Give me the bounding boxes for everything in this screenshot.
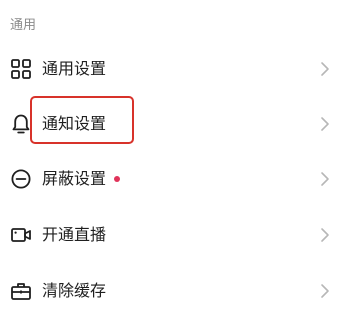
- settings-item-label: 开通直播: [42, 225, 107, 244]
- briefcase-icon: [11, 283, 31, 300]
- chevron-right-icon: [321, 62, 329, 76]
- grid-icon: [11, 59, 31, 79]
- settings-item-general[interactable]: 通用设置: [0, 42, 340, 96]
- chevron-right-icon: [321, 172, 329, 186]
- chevron-right-icon: [321, 284, 329, 298]
- chevron-right-icon: [321, 228, 329, 242]
- settings-item-label: 屏蔽设置: [42, 169, 107, 188]
- settings-item-label: 通用设置: [42, 59, 107, 78]
- block-icon: [11, 169, 31, 189]
- section-header: 通用: [10, 18, 37, 33]
- settings-item-block[interactable]: 屏蔽设置: [0, 152, 340, 206]
- video-camera-icon: [11, 228, 31, 242]
- settings-item-label: 通知设置: [42, 114, 107, 133]
- settings-item-clear-cache[interactable]: 清除缓存: [0, 264, 340, 318]
- bell-icon: [12, 114, 30, 134]
- notification-dot: [114, 176, 120, 182]
- settings-item-notifications[interactable]: 通知设置: [0, 97, 340, 151]
- settings-item-live-stream[interactable]: 开通直播: [0, 208, 340, 262]
- settings-item-label: 清除缓存: [42, 281, 107, 300]
- chevron-right-icon: [321, 117, 329, 131]
